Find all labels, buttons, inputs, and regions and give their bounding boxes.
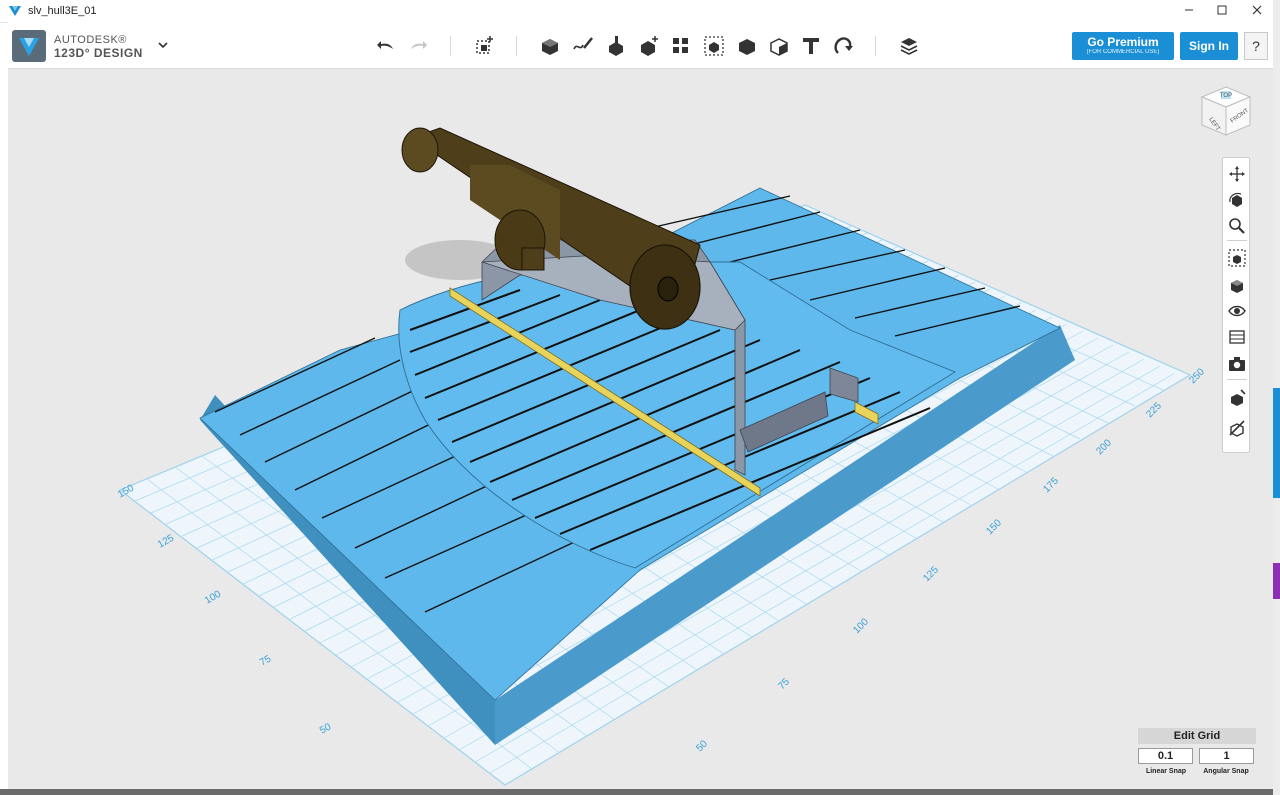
close-icon	[1252, 5, 1262, 15]
maximize-button[interactable]	[1207, 2, 1237, 20]
sketch-icon[interactable]	[571, 34, 595, 58]
pan-icon[interactable]	[1227, 164, 1247, 184]
grid-label-right-6: 125	[921, 564, 941, 584]
orbit-icon[interactable]	[1227, 190, 1247, 210]
perspective-icon[interactable]	[1227, 275, 1247, 295]
materials-outline-icon[interactable]	[1227, 327, 1247, 347]
minimize-icon	[1185, 9, 1193, 11]
brand-line-1: AUTODESK®	[54, 34, 127, 46]
main-toolbar: AUTODESK® 123D° DESIGN Go Premium (FOR C…	[8, 22, 1273, 69]
fit-icon[interactable]	[1227, 248, 1247, 268]
measure-icon[interactable]	[767, 34, 791, 58]
angular-snap-label: Angular Snap	[1203, 768, 1249, 775]
grid-label-right-8: 75	[776, 676, 792, 692]
transform-icon[interactable]	[472, 34, 496, 58]
combine-icon[interactable]	[735, 34, 759, 58]
edit-grid-button[interactable]: Edit Grid	[1138, 728, 1256, 744]
desktop-strip	[0, 789, 1273, 795]
toolbar-separator	[516, 36, 517, 56]
grid-label-right-7: 100	[851, 616, 871, 636]
redo-icon[interactable]	[406, 34, 430, 58]
grid-label-left-4: 75	[258, 653, 274, 668]
app-window: slv_hull3E_01 AUTODESK® 123D° DESIGN Go …	[0, 0, 1273, 795]
pattern-icon[interactable]	[669, 34, 693, 58]
grid-label-right-1: 250	[1187, 366, 1207, 386]
minimize-button[interactable]	[1174, 2, 1204, 20]
modify-icon[interactable]	[637, 34, 661, 58]
side-accent	[1273, 563, 1280, 599]
title-bar: slv_hull3E_01	[0, 0, 1273, 23]
viewcube-top-label: TOP	[1220, 93, 1232, 99]
app-logo[interactable]	[12, 30, 46, 62]
side-panel-tab[interactable]	[1273, 388, 1280, 498]
text-icon[interactable]	[799, 34, 823, 58]
close-button[interactable]	[1242, 2, 1272, 20]
nav-separator	[1227, 379, 1247, 380]
zoom-icon[interactable]	[1227, 216, 1247, 236]
toolbar-separator	[450, 36, 451, 56]
nav-separator	[1227, 240, 1247, 241]
grid-label-right-2: 225	[1144, 400, 1164, 420]
grid-label-left-3: 100	[203, 589, 223, 607]
premium-label: Go Premium	[1087, 35, 1159, 49]
angular-snap-input[interactable]: 1	[1199, 748, 1254, 764]
help-button[interactable]: ?	[1244, 32, 1268, 60]
sign-in-button[interactable]: Sign In	[1180, 32, 1238, 60]
grid-label-right-9: 50	[694, 738, 710, 754]
visual-style-icon[interactable]	[1227, 388, 1247, 408]
navigation-bar	[1222, 157, 1250, 453]
construct-icon[interactable]	[604, 34, 628, 58]
grid-label-right-4: 175	[1041, 475, 1061, 495]
grid-label-right-3: 200	[1094, 437, 1114, 457]
visibility-icon[interactable]	[1227, 301, 1247, 321]
hide-icon[interactable]	[1227, 418, 1247, 438]
linear-snap-label: Linear Snap	[1145, 768, 1187, 775]
premium-sublabel: (FOR COMMERCIAL USE)	[1086, 49, 1160, 55]
snap-icon[interactable]	[831, 34, 855, 58]
materials-icon[interactable]	[897, 34, 921, 58]
grid-label-left-5: 50	[318, 721, 334, 736]
grid-label-right-5: 150	[984, 517, 1004, 537]
chevron-down-icon[interactable]	[156, 38, 170, 52]
3d-viewport[interactable]: 150 125 100 75 50 250 225 200 175 150 12…	[8, 69, 1273, 789]
brand-line-2: 123D° DESIGN	[54, 46, 143, 60]
group-icon[interactable]	[702, 34, 726, 58]
linear-snap-input[interactable]: 0.1	[1138, 748, 1193, 764]
scene-canvas: 150 125 100 75 50 250 225 200 175 150 12…	[116, 127, 1207, 786]
grid-label-left-2: 125	[156, 533, 176, 551]
right-desktop-edge	[1273, 0, 1280, 795]
snapshot-icon[interactable]	[1227, 354, 1247, 374]
go-premium-button[interactable]: Go Premium (FOR COMMERCIAL USE)	[1072, 32, 1174, 60]
primitives-icon[interactable]	[538, 34, 562, 58]
logo-icon	[19, 38, 39, 56]
maximize-icon	[1217, 5, 1227, 15]
edit-grid-panel: Edit Grid 0.1 1 Linear Snap Angular Snap	[1138, 728, 1256, 784]
app-logo-icon	[9, 6, 21, 16]
toolbar-separator	[875, 36, 876, 56]
view-cube[interactable]: TOP LEFT FRONT	[1196, 81, 1256, 141]
undo-icon[interactable]	[374, 34, 398, 58]
window-title: slv_hull3E_01	[28, 5, 97, 17]
